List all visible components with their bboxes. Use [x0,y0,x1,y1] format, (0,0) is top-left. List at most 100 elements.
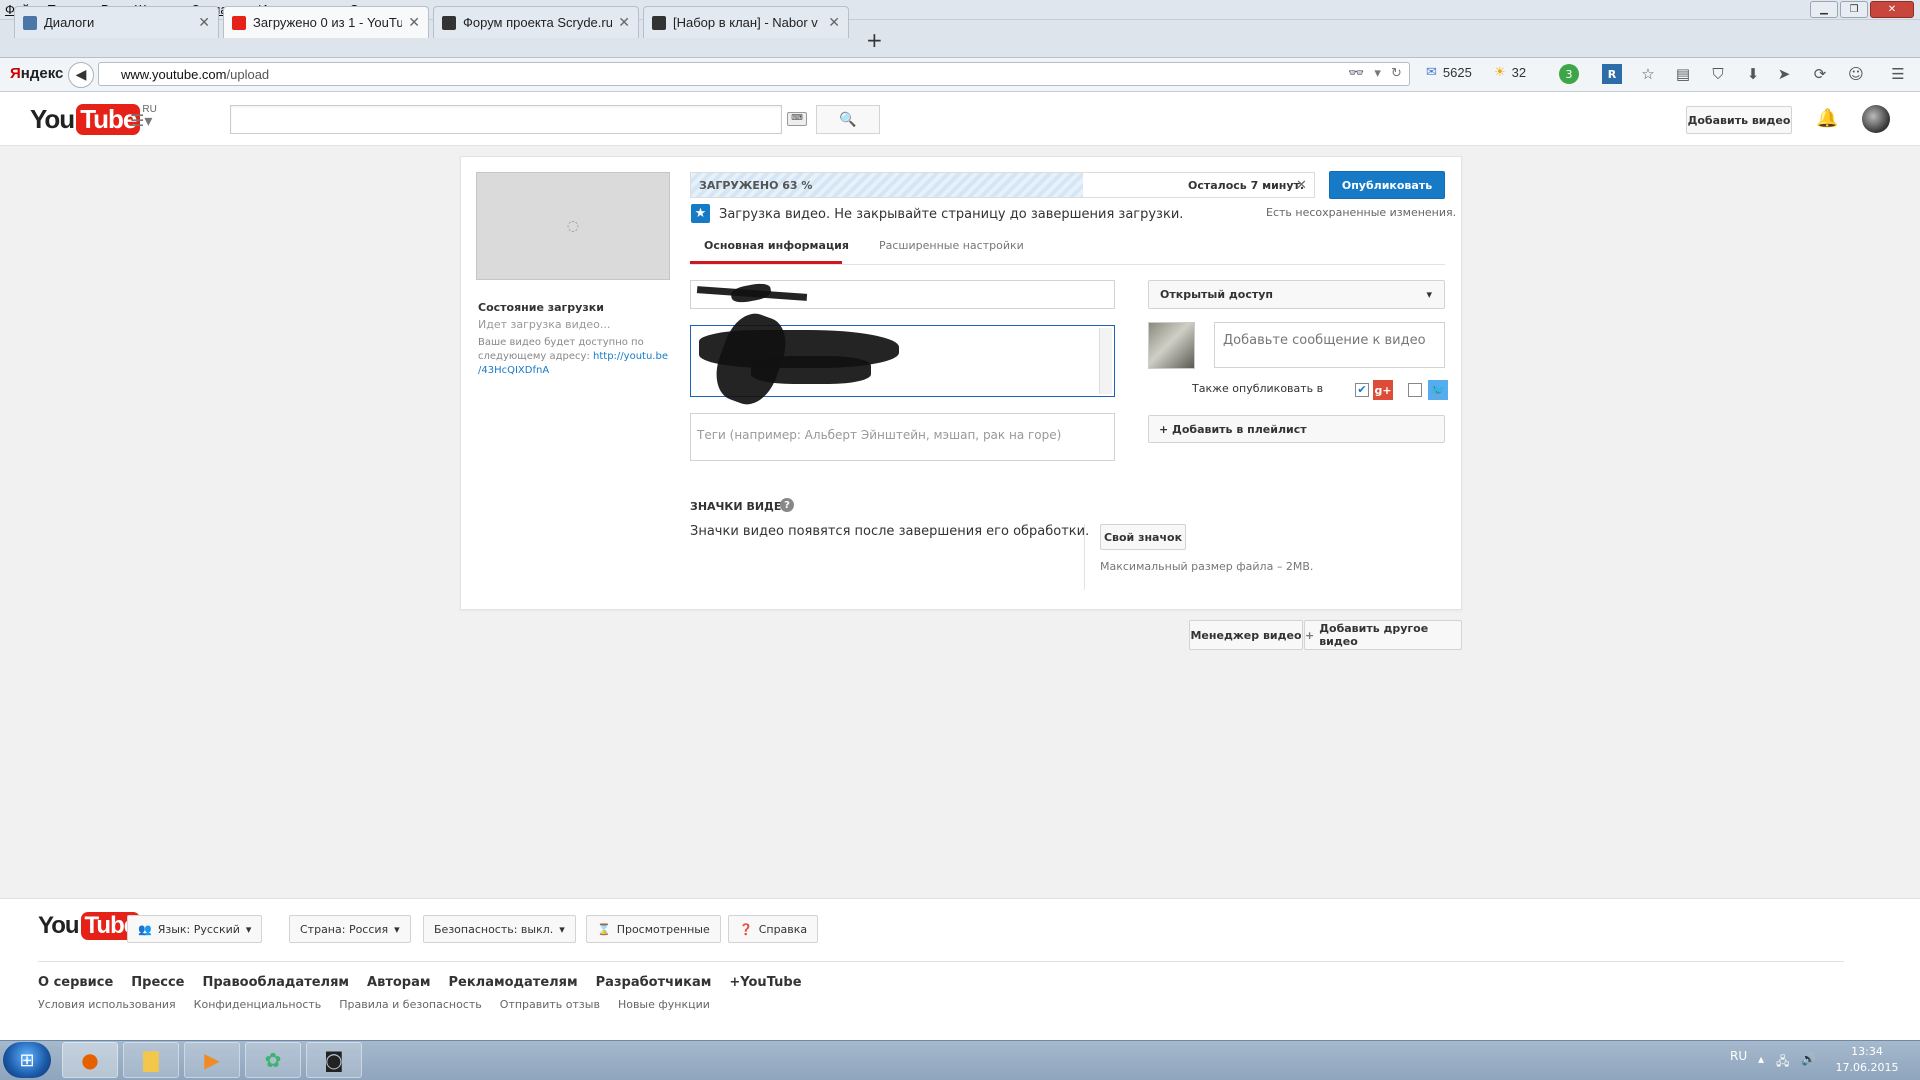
pocket-icon[interactable]: ⛉ [1708,64,1728,84]
plus-icon: + [1305,628,1315,642]
video-availability: Ваше видео будет доступно по следующему … [478,336,668,378]
taskbar-game-client[interactable]: ◙ [306,1042,362,1078]
url-domain: www.youtube.com [121,66,227,82]
video-url-line2: /43HcQIXDfnA [478,365,550,376]
tab-label: Загружено 0 из 1 - YouTube [253,15,403,30]
clipboard-icon[interactable]: ▤ [1673,64,1693,84]
language-button[interactable]: 👥 Язык: Русский ▾ [127,915,263,943]
tags-input[interactable]: Теги (например: Альберт Эйнштейн, мэшап,… [690,413,1115,461]
help-icon[interactable]: ? [780,498,794,512]
country-label: Страна: Россия [300,922,389,936]
description-scrollbar[interactable] [1099,328,1112,394]
minimize-button[interactable]: ▁ [1810,1,1838,18]
privacy-value: Открытый доступ [1160,288,1273,301]
footer-link[interactable]: Авторам [367,975,430,990]
footer-link[interactable]: +YouTube [729,975,801,990]
add-to-playlist-button[interactable]: + Добавить в плейлист [1148,415,1445,443]
url-field[interactable]: www.youtube.com/upload [98,62,1410,86]
footer-link[interactable]: Конфиденциальность [194,998,322,1011]
tab-advanced-settings[interactable]: Расширенные настройки [879,239,1024,252]
notifications-bell-icon[interactable]: 🔔 [1816,108,1838,129]
custom-thumbnail-button[interactable]: Свой значок [1100,524,1186,550]
close-icon[interactable]: ✕ [618,14,630,31]
publish-button[interactable]: Опубликовать [1329,171,1445,199]
close-icon[interactable]: ✕ [408,14,420,31]
system-tray: ▴ 🖧 🔊 [1758,1052,1816,1073]
weather-widget[interactable]: ☀ 32 [1494,64,1526,80]
back-button[interactable]: ◀ [68,62,94,88]
hamburger-menu-icon[interactable]: ☰ [1888,64,1908,84]
send-icon[interactable]: ➤ [1774,64,1794,84]
google-plus-icon: g+ [1373,380,1393,400]
safety-button[interactable]: Безопасность: выкл. ▾ [423,915,576,943]
taskbar-firefox[interactable]: ● [62,1042,118,1078]
reload-icon[interactable]: ↻ [1391,66,1402,81]
tab-basic-info[interactable]: Основная информация [704,239,849,252]
download-icon[interactable]: ⬇ [1743,64,1763,84]
tray-expand-icon[interactable]: ▴ [1758,1052,1764,1073]
country-button[interactable]: Страна: Россия ▾ [289,915,411,943]
account-avatar[interactable] [1862,105,1890,133]
search-button[interactable]: 🔍 [816,105,880,134]
close-window-button[interactable]: ✕ [1870,1,1914,18]
volume-icon[interactable]: 🔊 [1801,1052,1816,1073]
tab-scryde-forum[interactable]: Форум проекта Scryde.ru ✕ [433,6,639,38]
taskbar-icq[interactable]: ✿ [245,1042,301,1078]
safety-label: Безопасность: выкл. [434,922,554,936]
footer-link[interactable]: Отправить отзыв [500,998,600,1011]
add-another-video-button[interactable]: + Добавить другое видео [1304,620,1462,650]
footer-link[interactable]: Рекламодателям [449,975,578,990]
reader-icon[interactable]: 👓 [1348,66,1364,81]
close-icon[interactable]: ✕ [198,14,210,31]
maximize-button[interactable]: ❐ [1840,1,1868,18]
footer-link[interactable]: Правила и безопасность [339,998,482,1011]
close-icon[interactable]: ✕ [828,14,840,31]
twitter-checkbox[interactable] [1408,383,1422,397]
help-button[interactable]: ❓ Справка [728,915,819,943]
footer-link[interactable]: Новые функции [618,998,710,1011]
counter-badge[interactable]: 3 [1559,64,1579,84]
chat-icon[interactable]: ☺ [1846,64,1866,84]
upload-video-button[interactable]: Добавить видео [1686,106,1792,134]
extension-icon[interactable]: R [1602,64,1622,84]
tab-clan-recruitment[interactable]: [Набор в клан] - Nabor v ... ✕ [643,6,849,38]
video-manager-button[interactable]: Менеджер видео [1189,620,1303,650]
footer-link[interactable]: Правообладателям [203,975,350,990]
footer-link[interactable]: Разработчикам [596,975,712,990]
cancel-upload-icon[interactable]: ✕ [1296,178,1307,193]
footer-link[interactable]: Прессе [131,975,184,990]
gplus-checkbox[interactable]: ✔ [1355,383,1369,397]
yandex-logo[interactable]: Яндекс [10,65,63,82]
twitter-icon: 🐦 [1428,380,1448,400]
start-button[interactable]: ⊞ [3,1042,51,1078]
tab-youtube-upload[interactable]: Загружено 0 из 1 - YouTube ✕ [223,6,429,38]
guide-menu-icon[interactable]: ☰▾ [130,111,152,130]
dropdown-icon[interactable]: ▾ [1374,66,1381,81]
footer-secondary-links: Условия использования Конфиденциальность… [38,998,710,1011]
redaction-scribble [729,281,773,305]
new-tab-button[interactable]: + [866,28,883,52]
lineage-icon [652,15,666,30]
footer-primary-links: О сервисе Прессе Правообладателям Автора… [38,975,802,990]
tab-dialogs[interactable]: Диалоги ✕ [14,6,219,38]
footer-link[interactable]: О сервисе [38,975,113,990]
taskbar-explorer[interactable]: ▇ [123,1042,179,1078]
privacy-dropdown[interactable]: Открытый доступ ▾ [1148,280,1445,309]
video-description-field[interactable] [690,306,1115,412]
keyboard-language[interactable]: RU [1730,1049,1747,1063]
star-icon[interactable]: ☆ [1638,64,1658,84]
history-button[interactable]: ⌛ Просмотренные [586,915,721,943]
search-input[interactable] [230,105,782,134]
share-message-field[interactable]: Добавьте сообщение к видео [1214,322,1445,368]
mail-widget[interactable]: ✉ 5625 [1426,64,1472,80]
footer-link[interactable]: Условия использования [38,998,176,1011]
sync-icon[interactable]: ⟳ [1810,64,1830,84]
video-title-field[interactable] [690,280,1115,309]
system-clock[interactable]: 13:34 17.06.2015 [1832,1044,1902,1076]
taskbar-media-player[interactable]: ▶ [184,1042,240,1078]
network-icon[interactable]: 🖧 [1776,1052,1789,1073]
also-publish-label: Также опубликовать в [1192,382,1324,395]
upload-status-title: Состояние загрузки [478,301,604,314]
footer-youtube-logo[interactable]: You Tube [38,912,141,940]
keyboard-icon[interactable]: ⌨ [787,112,807,126]
